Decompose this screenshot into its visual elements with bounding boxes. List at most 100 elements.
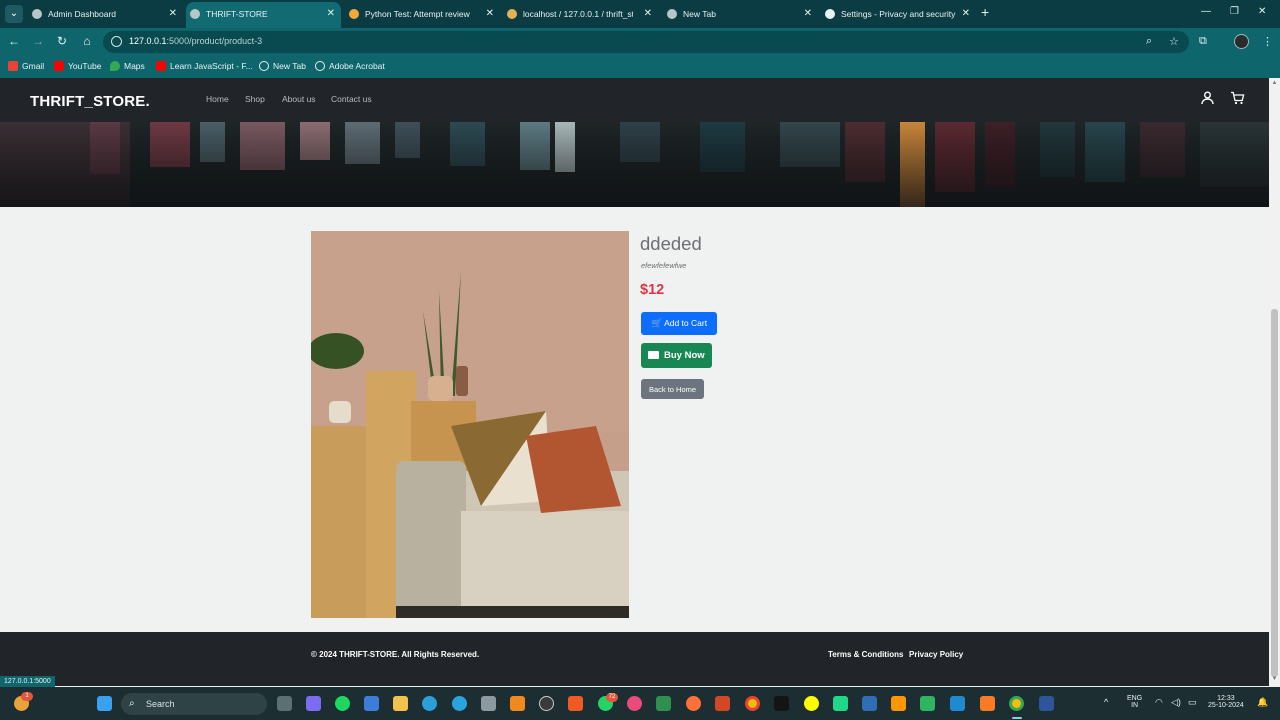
battery-icon[interactable]: ▭ xyxy=(1188,697,1197,708)
menu-kebab-icon[interactable]: ⋮ xyxy=(1262,35,1273,48)
close-window-icon[interactable]: ✕ xyxy=(1258,6,1266,17)
back-to-home-button[interactable]: Back to Home xyxy=(641,379,704,399)
telegram-icon[interactable] xyxy=(452,696,467,711)
minimize-icon[interactable]: — xyxy=(1201,6,1211,17)
buy-now-button[interactable]: Buy Now xyxy=(641,343,712,368)
zoom-icon[interactable]: ⌕ xyxy=(1146,35,1152,48)
vscode-icon[interactable] xyxy=(950,696,965,711)
taskbar-search[interactable]: ⌕ Search xyxy=(121,693,267,715)
hero-banner-image xyxy=(0,122,1269,207)
powerpoint-icon[interactable] xyxy=(715,696,730,711)
privacy-link[interactable]: Privacy Policy xyxy=(909,650,963,659)
tab-settings[interactable]: Settings - Privacy and security ✕ xyxy=(821,2,976,28)
firefox-icon[interactable] xyxy=(686,696,701,711)
browser-tab-strip: ⌄ Admin Dashboard ✕ THRIFT-STORE ✕ Pytho… xyxy=(0,0,1280,28)
store-icon[interactable] xyxy=(364,696,379,711)
page-viewport: THRIFT_STORE. Home Shop About us Contact… xyxy=(0,78,1269,686)
volume-icon[interactable]: ◁) xyxy=(1171,697,1181,708)
scroll-up-icon[interactable]: ▲ xyxy=(1271,80,1278,86)
product-price: $12 xyxy=(640,282,665,298)
tab-admin-dashboard[interactable]: Admin Dashboard ✕ xyxy=(28,2,183,28)
active-app-indicator xyxy=(1012,717,1022,719)
extensions-icon[interactable]: ⧉ xyxy=(1199,35,1207,48)
terms-link[interactable]: Terms & Conditions xyxy=(828,650,903,659)
cart-icon[interactable] xyxy=(1230,91,1245,110)
page-scrollbar[interactable]: ▲ ▼ xyxy=(1269,78,1280,686)
windows-start-icon[interactable] xyxy=(97,696,112,711)
clock[interactable]: 12:33 25-10-2024 xyxy=(1208,695,1244,709)
youtube-icon xyxy=(156,61,166,71)
file-explorer-icon[interactable] xyxy=(393,696,408,711)
nav-home[interactable]: Home xyxy=(206,94,229,104)
tab-close-icon[interactable]: ✕ xyxy=(327,2,335,26)
tab-close-icon[interactable]: ✕ xyxy=(962,2,970,26)
notification-bell-icon[interactable]: 🔔 xyxy=(1257,697,1268,708)
bookmark-maps[interactable]: Maps xyxy=(110,61,145,71)
new-tab-button[interactable]: + xyxy=(981,4,989,20)
bookmark-gmail[interactable]: Gmail xyxy=(8,61,44,71)
tab-close-icon[interactable]: ✕ xyxy=(804,2,812,26)
home-icon[interactable]: ⌂ xyxy=(79,34,95,48)
scroll-down-icon[interactable]: ▼ xyxy=(1271,676,1278,682)
profile-avatar[interactable] xyxy=(1234,34,1249,49)
globe-icon xyxy=(315,61,325,71)
chrome-active-icon[interactable] xyxy=(1009,696,1024,711)
credit-card-icon xyxy=(648,351,660,359)
tab-search-button[interactable]: ⌄ xyxy=(5,5,23,23)
edge-icon[interactable] xyxy=(422,696,437,711)
wifi-icon[interactable]: ◠ xyxy=(1155,697,1163,708)
omnibox[interactable]: 127.0.0.1:5000/product/product-3 ⌕ ☆ xyxy=(103,31,1189,53)
chrome-icon[interactable] xyxy=(745,696,760,711)
meet-icon[interactable] xyxy=(920,696,935,711)
product-image xyxy=(311,231,629,618)
nav-shop[interactable]: Shop xyxy=(245,94,265,104)
reload-icon[interactable]: ↻ xyxy=(54,34,70,48)
nav-contact-us[interactable]: Contact us xyxy=(331,94,372,104)
bookmark-star-icon[interactable]: ☆ xyxy=(1169,35,1179,48)
media-player-icon[interactable] xyxy=(539,696,554,711)
status-bar-url: 127.0.0.1:5000 xyxy=(0,676,55,687)
tab-close-icon[interactable]: ✕ xyxy=(169,2,177,26)
settings-gear-icon[interactable] xyxy=(481,696,496,711)
word-icon[interactable] xyxy=(1039,696,1054,711)
forward-arrow-icon[interactable]: → xyxy=(30,34,46,48)
brave-icon[interactable] xyxy=(568,696,583,711)
tray-chevron-icon[interactable]: ^ xyxy=(1104,697,1108,707)
bookmark-learn-javascript[interactable]: Learn JavaScript - F... xyxy=(156,61,253,71)
sql-icon[interactable] xyxy=(862,696,877,711)
globe-icon xyxy=(32,9,42,19)
add-to-cart-button[interactable]: 🛒 Add to Cart xyxy=(641,312,717,335)
back-arrow-icon[interactable]: ← xyxy=(6,34,22,48)
snapchat-icon[interactable] xyxy=(804,696,819,711)
netflix-icon[interactable] xyxy=(774,696,789,711)
task-view-icon[interactable] xyxy=(277,696,292,711)
user-icon[interactable] xyxy=(1201,91,1214,110)
pycharm-icon[interactable] xyxy=(833,696,848,711)
bookmark-youtube[interactable]: YouTube xyxy=(54,61,101,71)
tab-close-icon[interactable]: ✕ xyxy=(644,2,652,26)
sheets-icon[interactable] xyxy=(656,696,671,711)
sublime-icon[interactable] xyxy=(891,696,906,711)
copilot-icon[interactable] xyxy=(306,696,321,711)
restore-icon[interactable]: ❐ xyxy=(1230,6,1239,17)
photos-icon[interactable] xyxy=(627,696,642,711)
bookmark-new-tab[interactable]: New Tab xyxy=(259,61,306,71)
moodle-icon xyxy=(349,9,359,19)
spotify-icon[interactable] xyxy=(335,696,350,711)
site-info-icon[interactable] xyxy=(111,36,122,47)
tab-python-test[interactable]: Python Test: Attempt review ✕ xyxy=(345,2,500,28)
vlc-icon[interactable] xyxy=(510,696,525,711)
language-indicator[interactable]: ENG IN xyxy=(1127,695,1142,709)
tab-phpmyadmin[interactable]: localhost / 127.0.0.1 / thrift_sto ✕ xyxy=(503,2,658,28)
gear-icon xyxy=(825,9,835,19)
tab-new-tab[interactable]: New Tab ✕ xyxy=(663,2,818,28)
scroll-thumb[interactable] xyxy=(1271,309,1278,677)
brand-logo[interactable]: THRIFT_STORE. xyxy=(30,93,150,110)
tab-thrift-store[interactable]: THRIFT-STORE ✕ xyxy=(186,2,341,28)
tab-close-icon[interactable]: ✕ xyxy=(486,2,494,26)
xampp-icon[interactable] xyxy=(980,696,995,711)
bookmark-adobe-acrobat[interactable]: Adobe Acrobat xyxy=(315,61,385,71)
nav-about-us[interactable]: About us xyxy=(282,94,316,104)
url-text[interactable]: 127.0.0.1:5000/product/product-3 xyxy=(129,36,262,46)
globe-icon xyxy=(259,61,269,71)
